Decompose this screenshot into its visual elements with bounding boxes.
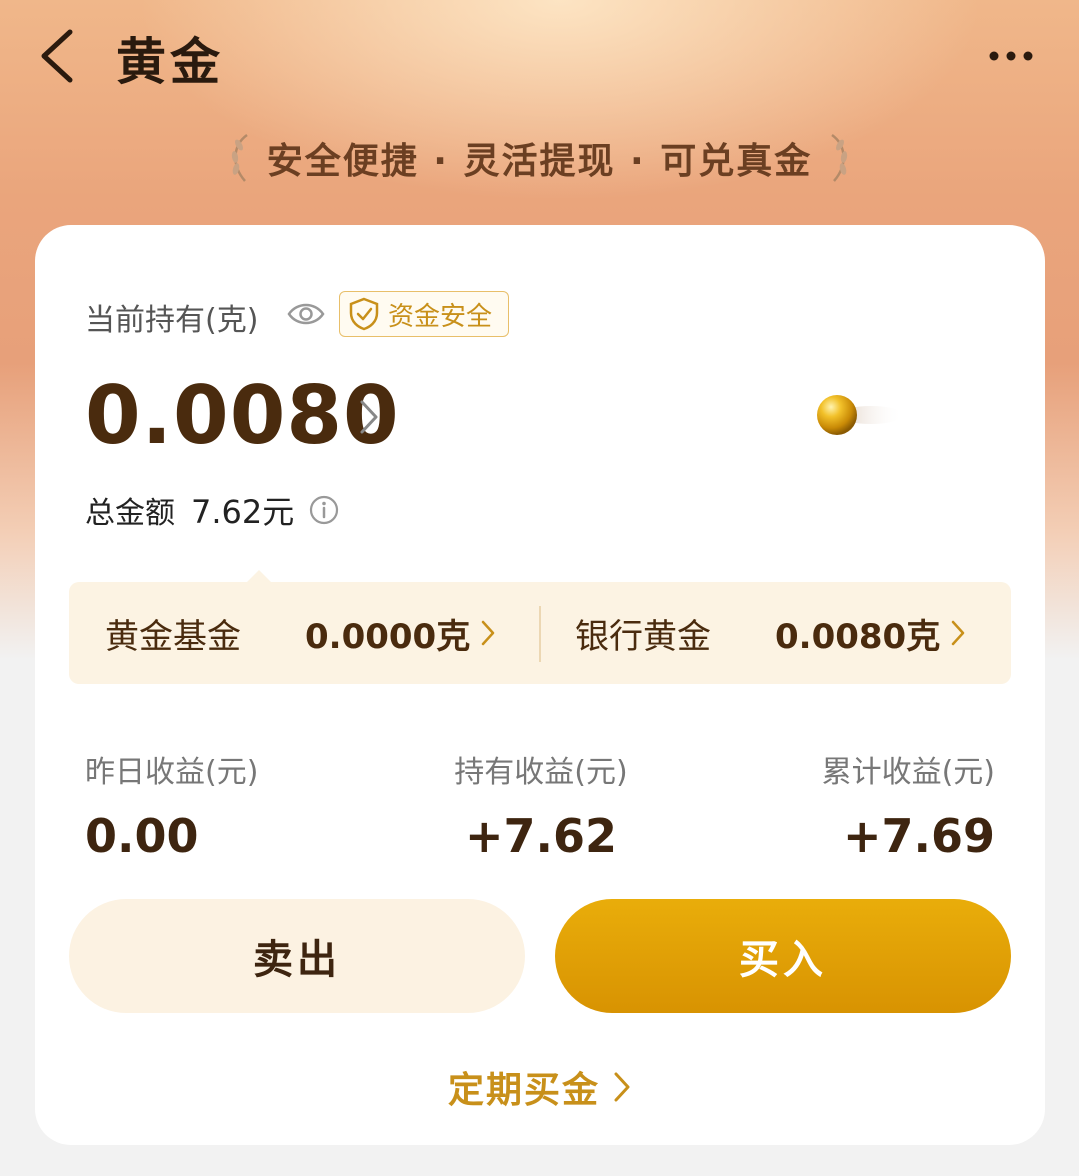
bank-gold-label: 银行黄金: [575, 616, 711, 657]
holding-amount[interactable]: 0.0080: [85, 369, 400, 462]
cumulative-earnings-label: 累计收益(元): [821, 755, 995, 790]
chevron-right-icon: [481, 620, 495, 646]
holding-earnings-label: 持有收益(元): [454, 755, 628, 790]
regular-buy-gold-label: 定期买金: [447, 1070, 600, 1111]
panel-divider: [539, 606, 541, 662]
holding-earnings-value: +7.62: [464, 809, 618, 863]
holding-card: 当前持有(克) 资金安全 0.0080 总金额 7.62元 黄金基金 0.000…: [35, 225, 1045, 1145]
fund-safety-badge[interactable]: 资金安全: [339, 291, 509, 337]
holding-label: 当前持有(克): [85, 303, 259, 338]
info-icon[interactable]: [308, 494, 340, 526]
panel-notch: [247, 570, 271, 582]
more-dots-icon[interactable]: [986, 44, 1036, 68]
gold-bead-icon: [817, 395, 903, 435]
laurel-left-icon: [231, 133, 248, 182]
page-title: 黄金: [116, 33, 224, 91]
bank-gold-value: 0.0080克: [775, 616, 941, 657]
chevron-right-icon: [614, 1072, 630, 1102]
fund-safety-text: 资金安全: [388, 301, 493, 332]
cumulative-earnings: 累计收益(元) +7.69: [822, 747, 995, 863]
buy-button[interactable]: 买入: [555, 899, 1011, 1013]
eye-icon[interactable]: [287, 299, 325, 329]
total-amount-value: 7.62元: [191, 493, 295, 531]
chevron-right-icon[interactable]: [357, 397, 381, 437]
slogan-text: 安全便捷 · 灵活提现 · 可兑真金: [266, 141, 813, 182]
regular-buy-gold-link[interactable]: 定期买金: [35, 1061, 1045, 1113]
sell-button[interactable]: 卖出: [69, 899, 525, 1013]
shield-check-icon: [349, 297, 379, 331]
yesterday-earnings-value: 0.00: [85, 809, 199, 863]
slogan-banner: 安全便捷 · 灵活提现 · 可兑真金: [0, 128, 1079, 188]
laurel-right-icon: [831, 133, 848, 182]
gold-fund-entry[interactable]: 黄金基金 0.0000克: [105, 582, 496, 684]
yesterday-earnings-label: 昨日收益(元): [85, 755, 259, 790]
chevron-right-icon: [951, 620, 965, 646]
yesterday-earnings: 昨日收益(元) 0.00: [85, 747, 258, 863]
holding-earnings: 持有收益(元) +7.62: [453, 747, 629, 863]
holding-breakdown-panel: 黄金基金 0.0000克 银行黄金 0.0080克: [69, 570, 1011, 684]
top-bar: 黄金: [0, 0, 1079, 112]
bank-gold-entry[interactable]: 银行黄金 0.0080克: [575, 582, 966, 684]
total-amount-row: 总金额 7.62元: [85, 487, 340, 533]
cumulative-earnings-value: +7.69: [842, 809, 995, 863]
chevron-left-icon[interactable]: [36, 26, 80, 86]
gold-fund-label: 黄金基金: [105, 616, 241, 657]
total-amount-label: 总金额: [85, 496, 175, 531]
gold-fund-value: 0.0000克: [305, 616, 471, 657]
